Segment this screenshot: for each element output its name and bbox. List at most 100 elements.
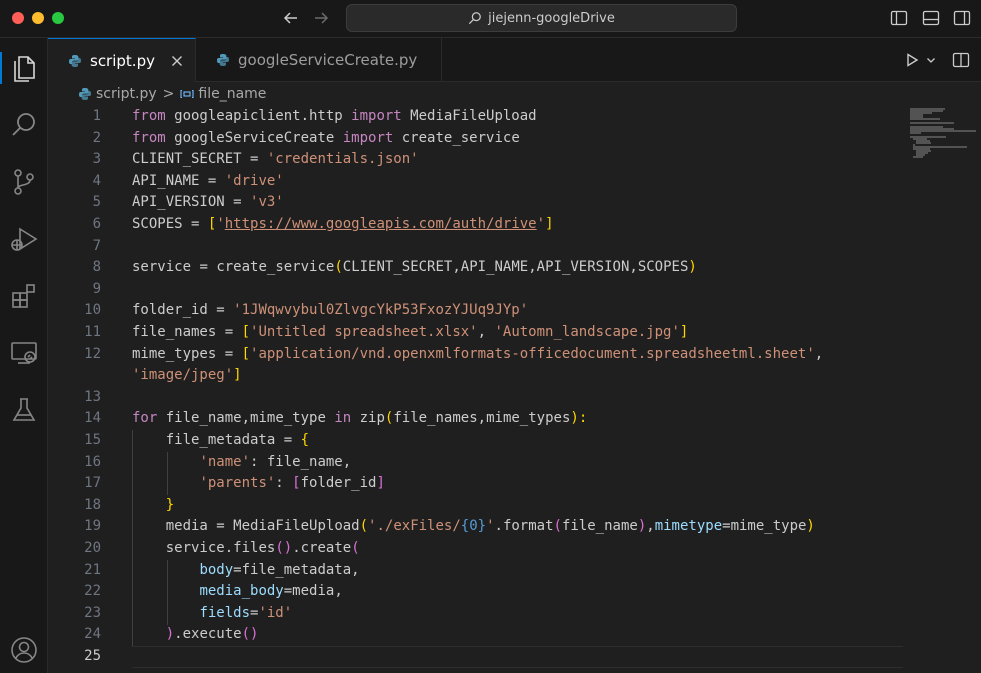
code-line[interactable]: 8 service = create_service(CLIENT_SECRET,… — [48, 257, 903, 279]
code-text: 'name': file_name, — [199, 452, 351, 474]
code-line[interactable]: 11 file_names = ['Untitled spreadsheet.xl… — [48, 322, 903, 344]
explorer-files-icon[interactable] — [8, 52, 40, 84]
command-center-search[interactable]: jiejenn-googleDrive — [346, 4, 737, 32]
testing-flask-icon[interactable] — [8, 394, 40, 426]
code-line[interactable]: 1 from googleapiclient.http import MediaF… — [48, 106, 903, 128]
code-line[interactable]: 23 fields='id' — [48, 603, 903, 625]
activity-bar — [0, 38, 48, 673]
arrow-left-icon[interactable] — [280, 7, 302, 29]
code-token: 'Untitled spreadsheet.xlsx' — [250, 324, 478, 340]
breadcrumb-symbol[interactable]: file_name — [198, 86, 266, 102]
code-line[interactable]: 10 folder_id = '1JWqwvybul0ZlvgcYkP53Fxoz… — [48, 300, 903, 322]
code-token: ] — [545, 216, 554, 232]
code-line[interactable]: 4 API_NAME = 'drive' — [48, 171, 903, 193]
code-token: format — [502, 518, 554, 535]
code-line[interactable]: 'image/jpeg'] — [48, 365, 903, 387]
code-token: { — [300, 432, 310, 448]
code-line[interactable]: 18} — [48, 495, 903, 517]
code-token: media — [292, 583, 335, 600]
code-token: ( — [553, 518, 562, 535]
code-token: body — [199, 561, 234, 578]
search-icon[interactable] — [8, 109, 40, 141]
minimize-window-button[interactable] — [32, 12, 44, 24]
code-token: , — [351, 561, 360, 578]
line-number: 20 — [84, 540, 101, 556]
title-bar: jiejenn-googleDrive — [0, 0, 981, 38]
code-token: ] — [679, 324, 689, 340]
line-number: 17 — [84, 475, 101, 492]
source-control-icon[interactable] — [8, 166, 40, 198]
breadcrumb-file[interactable]: script.py — [96, 86, 157, 102]
code-token: . — [224, 540, 234, 556]
code-line[interactable]: 19 media = MediaFileUpload('./exFiles/{0}… — [48, 516, 903, 538]
code-token: SCOPES — [637, 259, 689, 276]
split-editor-icon[interactable] — [952, 51, 970, 69]
line-number: 12 — [84, 345, 101, 362]
run-python-file-icon[interactable] — [904, 52, 920, 68]
code-line[interactable]: 16 'name': file_name, — [48, 452, 903, 474]
code-line[interactable]: 20 service.files().create( — [48, 538, 903, 560]
code-token: = — [207, 518, 234, 535]
code-token: MediaFileUpload — [233, 518, 360, 535]
tab-script-py[interactable]: script.py — [48, 38, 196, 83]
code-token: googleServiceCreate — [165, 129, 343, 146]
code-text: API_NAME = 'drive' — [132, 171, 284, 193]
python-file-icon — [79, 88, 91, 100]
arrow-right-icon[interactable] — [310, 7, 332, 29]
code-line[interactable]: 25 — [48, 646, 903, 668]
code-token: = — [199, 172, 225, 189]
code-token: ( — [334, 259, 343, 276]
code-editor[interactable]: 1 from googleapiclient.http import MediaF… — [48, 106, 981, 673]
code-token: ) — [637, 518, 647, 535]
maximize-window-button[interactable] — [52, 12, 64, 24]
code-text: from googleServiceCreate import create_s… — [132, 128, 520, 150]
code-token: create_service — [216, 259, 335, 276]
code-token: ): — [570, 410, 588, 427]
code-token: ' — [216, 216, 225, 232]
minimap[interactable] — [910, 106, 981, 166]
code-token: for — [132, 410, 158, 427]
toggle-panel-icon[interactable] — [922, 9, 940, 27]
line-number: 18 — [84, 496, 101, 513]
accounts-icon[interactable] — [8, 634, 40, 666]
toggle-primary-sidebar-icon[interactable] — [890, 9, 908, 27]
line-number: 3 — [92, 151, 101, 168]
code-line[interactable]: 22 media_body=media, — [48, 581, 903, 603]
tab-googleServiceCreate-py[interactable]: googleServiceCreate.py — [196, 38, 442, 82]
chevron-down-icon[interactable] — [925, 52, 937, 68]
code-line[interactable]: 3 CLIENT_SECRET = 'credentials.json' — [48, 149, 903, 171]
code-token: media — [165, 518, 208, 535]
code-line[interactable]: 17 'parents': [folder_id] — [48, 473, 903, 495]
code-line[interactable]: 21 body=file_metadata, — [48, 560, 903, 582]
remote-explorer-icon[interactable] — [8, 337, 40, 369]
code-line[interactable]: 7 — [48, 236, 903, 258]
code-token: folder_id — [132, 302, 208, 319]
toggle-secondary-sidebar-icon[interactable] — [953, 9, 971, 27]
code-line[interactable]: 15 file_metadata = { — [48, 430, 903, 452]
code-token: folder_id — [300, 475, 377, 492]
code-line[interactable]: 9 — [48, 279, 903, 301]
close-window-button[interactable] — [12, 12, 24, 24]
code-line[interactable]: 5 API_VERSION = 'v3' — [48, 192, 903, 214]
code-line[interactable]: 14 for file_name,mime_type in zip(file_na… — [48, 408, 903, 430]
code-line[interactable]: 12 mime_types = ['application/vnd.openxml… — [48, 344, 903, 366]
code-line[interactable]: 6 SCOPES = ['https://www.googleapis.com/a… — [48, 214, 903, 236]
line-number: 13 — [84, 388, 101, 405]
code-token: mimetype — [654, 518, 723, 535]
code-token: from — [132, 129, 166, 146]
code-token: file_names — [132, 324, 217, 340]
code-token: mime_types — [486, 410, 571, 427]
code-token: . — [174, 626, 183, 643]
code-line[interactable]: 13 — [48, 387, 903, 409]
code-token: = — [283, 583, 293, 600]
extensions-icon[interactable] — [8, 280, 40, 312]
code-line[interactable]: 2 from googleServiceCreate import create_… — [48, 128, 903, 150]
close-icon[interactable] — [169, 53, 185, 69]
line-number: 1 — [92, 108, 101, 124]
code-token: file_name — [561, 518, 638, 535]
code-token: . — [494, 518, 503, 535]
code-token: API_NAME — [132, 172, 200, 189]
run-and-debug-icon[interactable] — [8, 223, 40, 255]
code-token: , — [814, 345, 824, 362]
code-line[interactable]: 24).execute() — [48, 624, 903, 646]
